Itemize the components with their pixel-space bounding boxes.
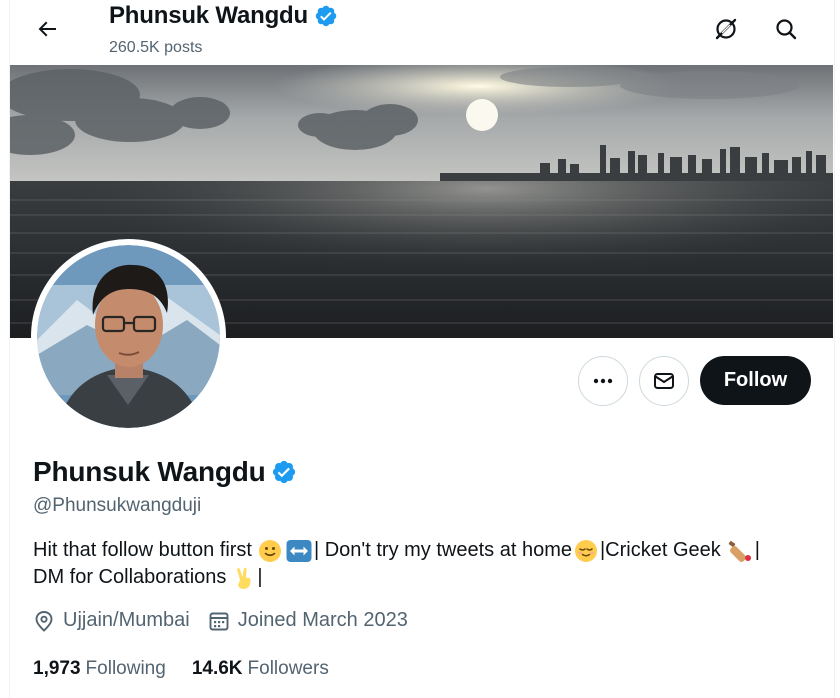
- bio-text: |: [257, 566, 263, 588]
- verified-badge-icon: [315, 5, 337, 27]
- cricket-bat-icon: [727, 539, 753, 563]
- follow-button[interactable]: Follow: [700, 356, 811, 405]
- profile-bio: Hit that follow button first | Don't try…: [33, 537, 813, 591]
- following-link[interactable]: 1,973 Following: [33, 658, 166, 680]
- profile-meta: Ujjain/Mumbai Joined March 2023: [33, 609, 426, 632]
- location-pin-icon: [35, 610, 53, 632]
- search-icon: [776, 19, 797, 40]
- followers-count: 14.6K: [191, 658, 243, 679]
- bio-line-1: Hit that follow button first | Don't try…: [33, 537, 813, 564]
- post-count: 260.5K posts: [109, 39, 203, 56]
- bio-text: | Don't try my tweets at home: [313, 539, 572, 561]
- more-dots-icon: [593, 378, 613, 384]
- bio-text: |Cricket Geek: [599, 539, 721, 561]
- join-date: Joined March 2023: [208, 609, 408, 632]
- slightly-smiling-face-icon: [258, 539, 282, 563]
- avatar-image: [37, 245, 220, 428]
- following-count: 1,973: [33, 658, 81, 679]
- followers-label: Followers: [247, 658, 329, 679]
- grok-button[interactable]: [707, 10, 745, 48]
- profile-name-text: Phunsuk Wangdu: [33, 456, 266, 487]
- left-right-arrow-icon: [286, 539, 312, 563]
- profile-header: Phunsuk Wangdu 260.5K posts: [10, 0, 834, 65]
- header-name-text: Phunsuk Wangdu: [109, 2, 308, 29]
- more-button[interactable]: [578, 356, 628, 406]
- joined-text: Joined March 2023: [237, 609, 408, 631]
- victory-hand-icon: [233, 566, 255, 590]
- bio-line-2: DM for Collaborations |: [33, 564, 813, 591]
- following-label: Following: [85, 658, 166, 679]
- back-button[interactable]: [30, 12, 64, 46]
- profile-avatar[interactable]: [31, 239, 226, 434]
- bio-text: DM for Collaborations: [33, 566, 227, 588]
- followers-link[interactable]: 14.6K Followers: [192, 658, 329, 680]
- search-button[interactable]: [767, 10, 805, 48]
- bio-text: |: [754, 539, 760, 561]
- profile-name: Phunsuk Wangdu: [33, 456, 297, 488]
- profile-handle: @Phunsukwangduji: [33, 495, 202, 516]
- right-border: [834, 0, 835, 698]
- message-button[interactable]: [639, 356, 689, 406]
- envelope-icon: [654, 373, 674, 389]
- relieved-face-icon: [574, 539, 598, 563]
- location: Ujjain/Mumbai: [33, 609, 190, 632]
- calendar-icon: [209, 612, 229, 630]
- grok-icon: [715, 18, 737, 40]
- arrow-left-icon: [38, 21, 56, 37]
- header-title: Phunsuk Wangdu: [109, 2, 338, 30]
- follow-stats: 1,973 Following 14.6K Followers: [33, 658, 355, 680]
- verified-badge-icon[interactable]: [271, 459, 297, 485]
- location-text: Ujjain/Mumbai: [63, 609, 190, 631]
- bio-text: Hit that follow button first: [33, 539, 252, 561]
